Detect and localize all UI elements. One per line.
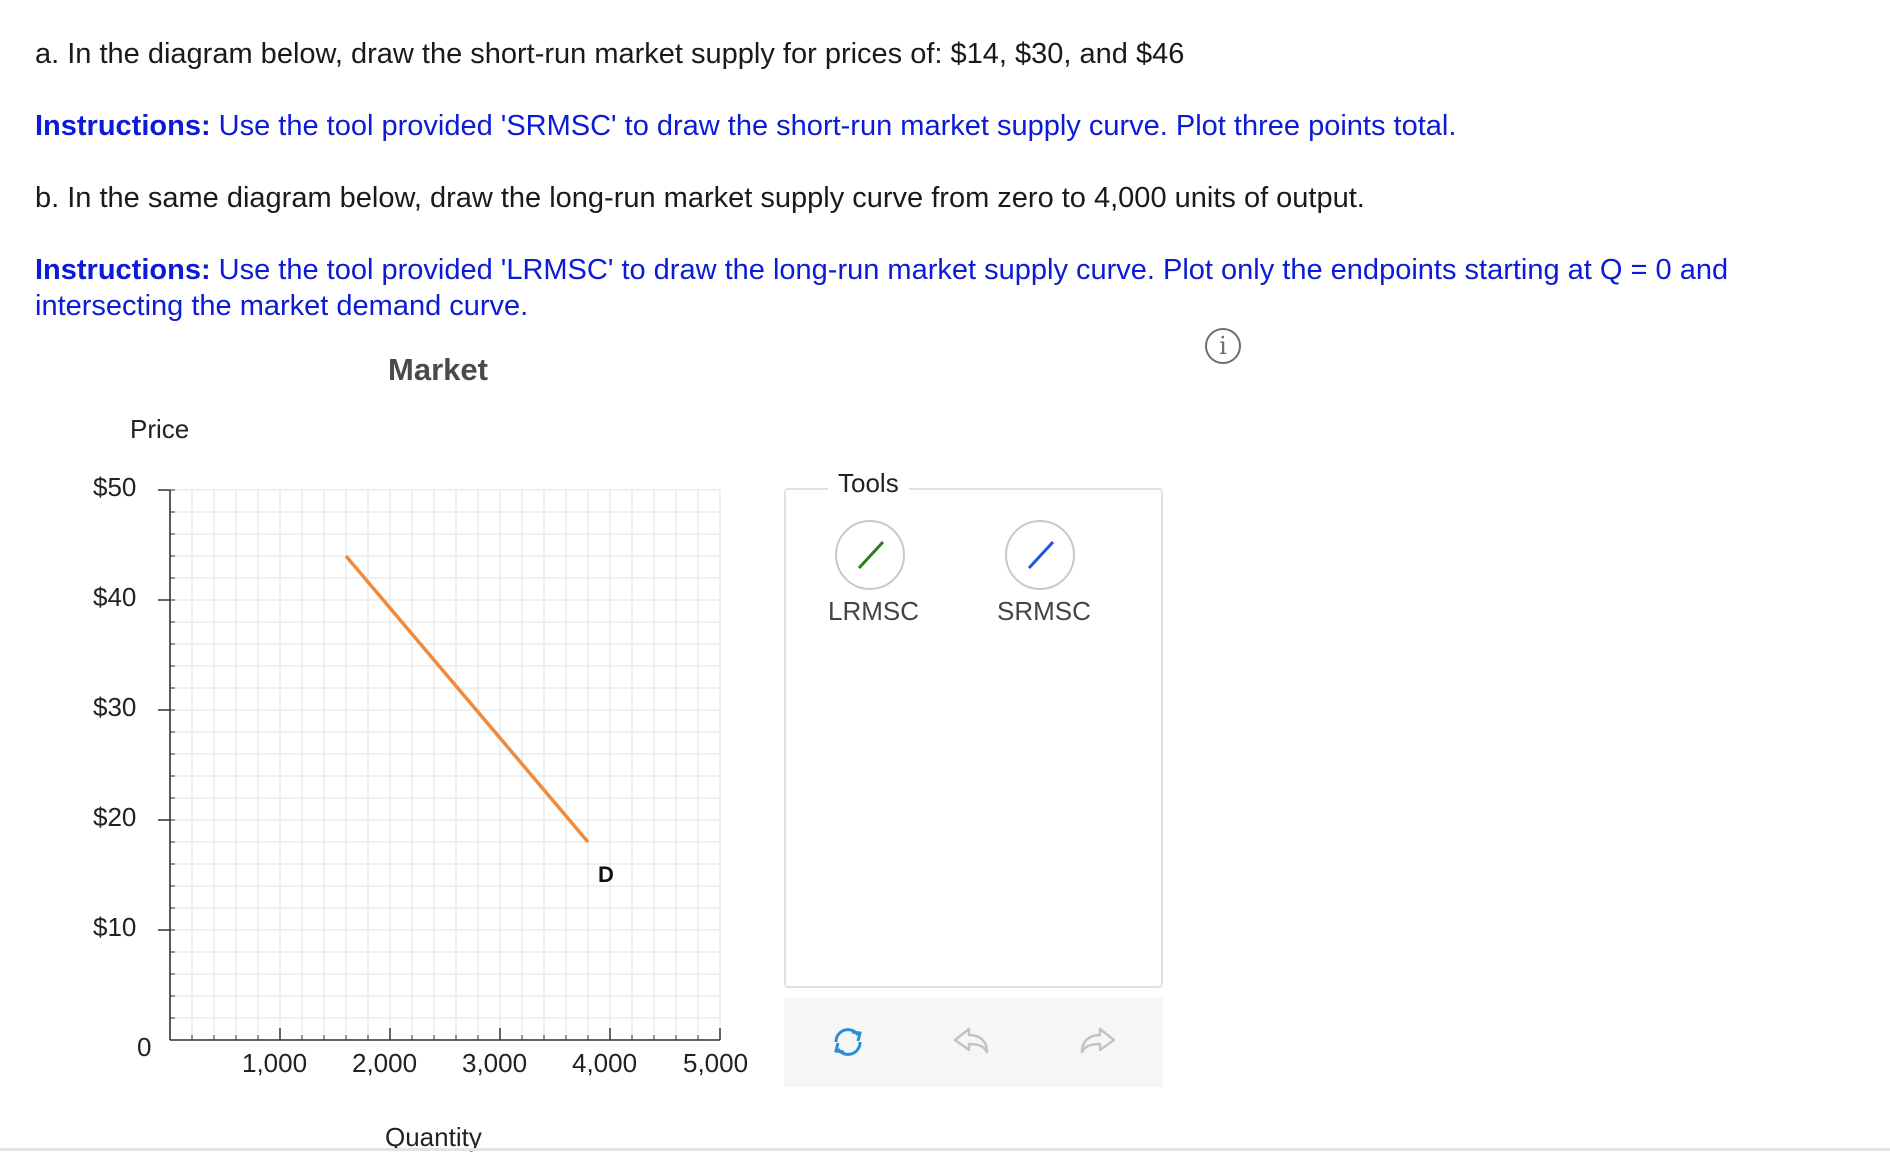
instructions-b: Instructions: Use the tool provided 'LRM… xyxy=(35,252,1875,324)
demand-curve-label: D xyxy=(598,862,614,887)
srmsc-icon-stroke xyxy=(1027,540,1055,570)
line-tool-icon xyxy=(1027,540,1055,570)
redo-icon xyxy=(1080,1027,1116,1054)
x-tick-label: 4,000 xyxy=(572,1048,638,1078)
reset-icon xyxy=(834,1028,862,1056)
x-tick-label: 1,000 xyxy=(242,1048,308,1078)
instructions-b-bold: Instructions: xyxy=(35,254,211,286)
question-a: a. In the diagram below, draw the short-… xyxy=(35,38,1185,70)
y-tick-label: $10 xyxy=(93,912,137,942)
undo-icon xyxy=(953,1027,989,1054)
x-tick-label: 3,000 xyxy=(462,1048,528,1078)
reset-button[interactable] xyxy=(824,1018,872,1066)
undo-arrow xyxy=(953,1027,989,1054)
x-tick-label: 5,000 xyxy=(683,1048,749,1078)
info-icon[interactable]: i xyxy=(1205,328,1241,364)
instructions-a-bold: Instructions: xyxy=(35,110,211,142)
redo-arrow xyxy=(1080,1027,1116,1054)
srmsc-tool-button[interactable] xyxy=(1005,520,1075,590)
line-tool-icon xyxy=(857,540,885,570)
tools-title: Tools xyxy=(828,468,909,499)
instructions-a-text: Use the tool provided 'SRMSC' to draw th… xyxy=(210,110,1457,142)
lrmsc-icon-stroke xyxy=(857,540,885,570)
y-tick-label: $30 xyxy=(93,692,137,722)
lrmsc-tool-label: LRMSC xyxy=(828,596,920,626)
market-chart[interactable]: D xyxy=(140,480,740,1050)
y-tick-label: $20 xyxy=(93,802,137,832)
instructions-a: Instructions: Use the tool provided 'SRM… xyxy=(35,108,1456,144)
reset-arrow-top xyxy=(851,1030,862,1042)
instructions-b-text: Use the tool provided 'LRMSC' to draw th… xyxy=(35,254,1729,322)
demand-curve xyxy=(344,554,590,844)
chart-title: Market xyxy=(388,352,488,387)
y-tick-label: $50 xyxy=(93,472,137,502)
lrmsc-tool-button[interactable] xyxy=(835,520,905,590)
question-b: b. In the same diagram below, draw the l… xyxy=(35,182,1365,214)
srmsc-tool-label: SRMSC xyxy=(997,596,1091,626)
bottom-divider xyxy=(0,1148,1890,1151)
undo-button[interactable] xyxy=(947,1018,995,1066)
reset-arrow-bottom xyxy=(834,1042,845,1054)
redo-button[interactable] xyxy=(1074,1018,1122,1066)
y-axis-label: Price xyxy=(130,414,190,444)
x-tick-label: 2,000 xyxy=(352,1048,418,1078)
action-bar xyxy=(784,998,1163,1087)
y-tick-label: $40 xyxy=(93,582,137,612)
